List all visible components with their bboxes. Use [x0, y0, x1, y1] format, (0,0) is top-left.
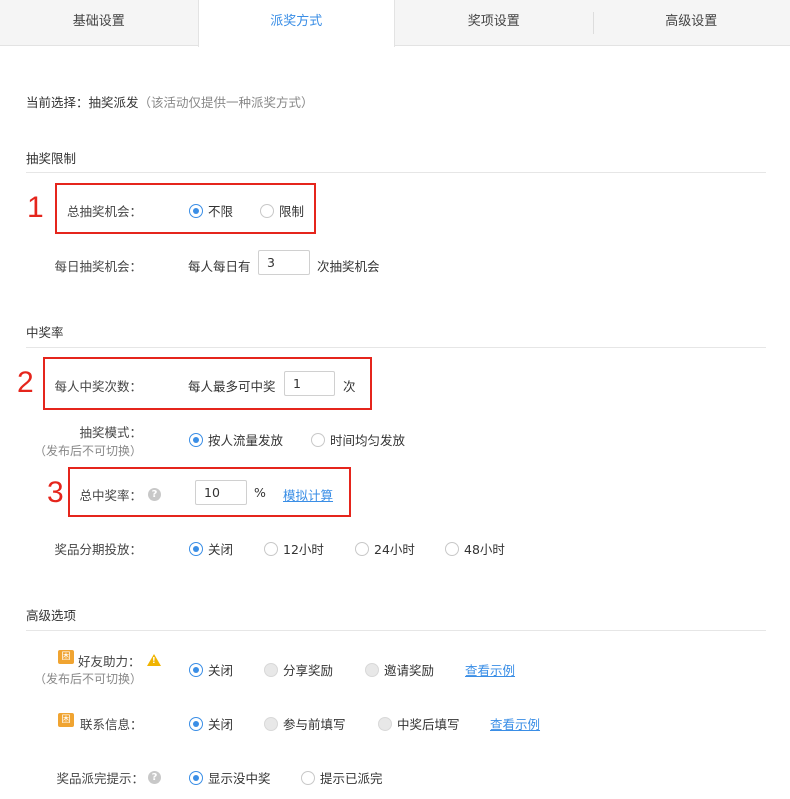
- radio-dot: [365, 662, 379, 677]
- tab-basic-settings[interactable]: 基础设置: [0, 0, 198, 46]
- total-rate-unit: %: [254, 485, 266, 500]
- radio-dot: [301, 770, 315, 785]
- wins-per-person-input[interactable]: [284, 371, 335, 396]
- section-title-draw-limit: 抽奖限制: [26, 151, 77, 166]
- divider: [26, 630, 766, 631]
- radio-dot: [445, 541, 459, 556]
- contact-info-radio-after-win[interactable]: 中奖后填写: [378, 714, 460, 733]
- radio-dot: [355, 541, 369, 556]
- total-chances-radio-unlimited[interactable]: 不限: [189, 201, 233, 220]
- wins-per-person-label: 每人中奖次数：: [54, 379, 142, 394]
- prize-out-notice-label: 奖品派完提示：: [56, 771, 144, 786]
- friend-help-example-link[interactable]: 查看示例: [465, 660, 515, 679]
- current-selection-value: 抽奖派发: [88, 95, 139, 110]
- radio-dot: [189, 541, 203, 556]
- current-selection-hint: （该活动仅提供一种派奖方式）: [138, 95, 314, 110]
- friend-help-label: 好友助力：: [78, 654, 141, 669]
- radio-dot: [189, 662, 203, 677]
- radio-dot: [189, 432, 203, 447]
- total-chances-radio-limited[interactable]: 限制: [260, 201, 304, 220]
- section-title-advanced: 高级选项: [26, 608, 77, 623]
- total-rate-input[interactable]: [195, 480, 247, 505]
- radio-dot: [264, 716, 278, 731]
- staged-release-radio-24h[interactable]: 24小时: [355, 539, 415, 558]
- wins-per-person-suffix: 次: [343, 379, 356, 394]
- friend-help-radio-share-reward[interactable]: 分享奖励: [264, 660, 333, 679]
- staged-release-label: 奖品分期投放：: [54, 542, 142, 557]
- contact-info-example-link[interactable]: 查看示例: [490, 714, 540, 733]
- radio-dot: [264, 662, 278, 677]
- daily-chances-label: 每日抽奖机会：: [54, 259, 142, 274]
- divider: [26, 172, 766, 173]
- divider: [26, 347, 766, 348]
- radio-dot: [260, 203, 274, 218]
- total-chances-label: 总抽奖机会：: [66, 204, 142, 219]
- warning-icon: !: [147, 654, 161, 666]
- tab-separator: [592, 12, 594, 34]
- simulate-calc-link[interactable]: 模拟计算: [283, 485, 333, 504]
- radio-dot: [189, 770, 203, 785]
- staged-release-radio-48h[interactable]: 48小时: [445, 539, 505, 558]
- draw-mode-sublabel: （发布后不可切换）: [34, 444, 143, 458]
- prize-out-radio-show-no-win[interactable]: 显示没中奖: [189, 768, 271, 787]
- contact-info-radio-before-join[interactable]: 参与前填写: [264, 714, 346, 733]
- contact-info-radio-off[interactable]: 关闭: [189, 714, 233, 733]
- wins-per-person-prefix: 每人最多可中奖: [188, 379, 276, 394]
- friend-help-radio-off[interactable]: 关闭: [189, 660, 233, 679]
- radio-dot: [264, 541, 278, 556]
- radio-dot: [189, 203, 203, 218]
- radio-dot: [311, 432, 325, 447]
- daily-chances-suffix: 次抽奖机会: [317, 259, 380, 274]
- draw-mode-radio-by-traffic[interactable]: 按人流量发放: [189, 430, 283, 449]
- contact-info-label: 联系信息：: [80, 717, 143, 732]
- current-selection: 当前选择：抽奖派发（该活动仅提供一种派奖方式）: [26, 92, 314, 111]
- feature-badge-icon: 困: [58, 650, 74, 664]
- tab-prize-settings[interactable]: 奖项设置: [395, 0, 593, 46]
- radio-dot: [378, 716, 392, 731]
- radio-dot: [189, 716, 203, 731]
- section-title-win-rate: 中奖率: [26, 325, 64, 340]
- prize-out-radio-notify-exhausted[interactable]: 提示已派完: [301, 768, 383, 787]
- current-selection-label: 当前选择：: [26, 95, 89, 110]
- staged-release-radio-off[interactable]: 关闭: [189, 539, 233, 558]
- tab-bar: 基础设置 派奖方式 奖项设置 高级设置: [0, 0, 790, 47]
- friend-help-radio-invite-reward[interactable]: 邀请奖励: [365, 660, 434, 679]
- total-rate-label: 总中奖率：: [79, 488, 142, 503]
- feature-badge-icon: 困: [58, 713, 74, 727]
- daily-chances-prefix: 每人每日有: [188, 259, 251, 274]
- question-icon[interactable]: ?: [148, 771, 161, 784]
- daily-chances-input[interactable]: [258, 250, 310, 275]
- staged-release-radio-12h[interactable]: 12小时: [264, 539, 324, 558]
- question-icon[interactable]: ?: [148, 488, 161, 501]
- draw-mode-radio-even-time[interactable]: 时间均匀发放: [311, 430, 405, 449]
- friend-help-sublabel: （发布后不可切换）: [34, 672, 143, 686]
- draw-mode-label: 抽奖模式：: [79, 425, 142, 440]
- tab-advanced-settings[interactable]: 高级设置: [592, 0, 790, 46]
- tab-award-method[interactable]: 派奖方式: [197, 0, 395, 47]
